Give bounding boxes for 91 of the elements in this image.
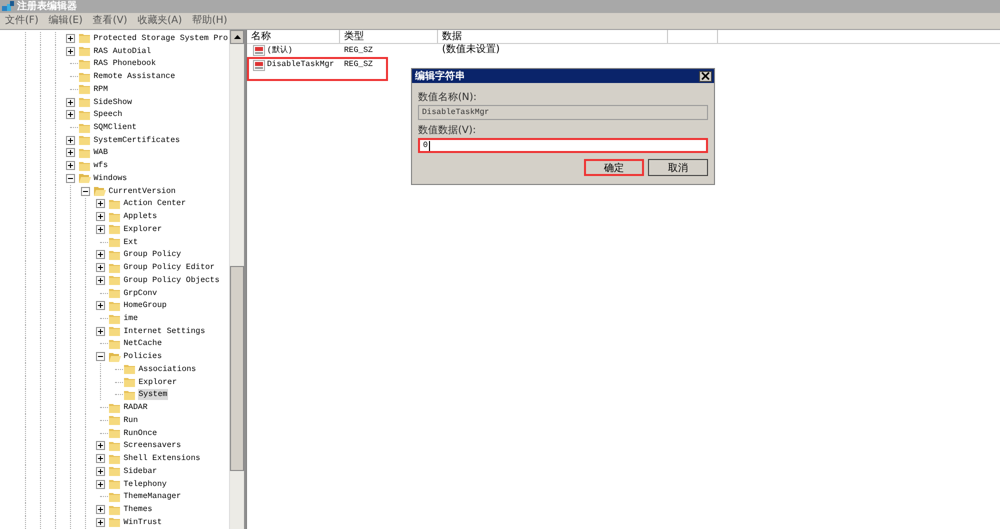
expand-icon[interactable]: [96, 276, 104, 285]
expand-icon[interactable]: [96, 480, 104, 489]
expand-icon[interactable]: [96, 441, 104, 450]
expand-icon[interactable]: [66, 46, 74, 56]
menu-item[interactable]: 编辑(E): [44, 14, 88, 28]
tree-item[interactable]: NetCache: [122, 338, 163, 350]
tree-item[interactable]: WinTrust: [122, 516, 163, 528]
dialog-button[interactable]: 确定: [584, 159, 644, 176]
expand-icon[interactable]: [66, 136, 74, 145]
tree-item[interactable]: System: [138, 389, 168, 400]
tree-item[interactable]: RAS AutoDial: [92, 46, 152, 57]
dialog-button[interactable]: 取消: [648, 159, 708, 176]
expand-icon[interactable]: [96, 212, 104, 222]
value-name[interactable]: (默认): [267, 44, 293, 56]
scroll-up-button[interactable]: [230, 30, 244, 44]
scrollbar[interactable]: [229, 30, 244, 529]
menu-item[interactable]: 收藏夹(A): [132, 14, 187, 28]
tree-item[interactable]: CurrentVersion: [108, 186, 177, 197]
tree-item[interactable]: Shell Extensions: [122, 453, 202, 464]
tree-item[interactable]: SystemCertificates: [92, 134, 181, 146]
tree-item[interactable]: Group Policy Editor: [122, 262, 216, 274]
close-button[interactable]: [699, 70, 712, 82]
expand-icon[interactable]: [96, 454, 104, 464]
string-value-icon: [253, 60, 265, 70]
tree-item[interactable]: Explorer: [138, 376, 178, 388]
expand-icon[interactable]: [96, 199, 104, 208]
collapse-icon[interactable]: [96, 352, 104, 362]
expand-icon[interactable]: [96, 518, 104, 527]
up-arrow-icon: [234, 35, 240, 39]
tree-item[interactable]: wfs: [92, 160, 109, 172]
value-row[interactable]: (默认) REG_SZ: [247, 44, 438, 57]
expand-icon[interactable]: [96, 301, 104, 310]
tree-item[interactable]: Remote Assistance: [92, 71, 176, 82]
tree-item[interactable]: ime: [122, 313, 139, 324]
expand-icon[interactable]: [96, 326, 104, 336]
tree-item[interactable]: Policies: [122, 351, 163, 362]
value-row[interactable]: DisableTaskMgr REG_SZ: [247, 57, 388, 81]
expand-icon[interactable]: [66, 98, 74, 107]
value-type: REG_SZ: [343, 44, 374, 56]
tree-item[interactable]: GrpConv: [122, 288, 158, 299]
expand-icon[interactable]: [66, 161, 74, 170]
tree-item[interactable]: Action Center: [122, 198, 187, 210]
value-name-field: DisableTaskMgr: [418, 105, 708, 120]
tree-item[interactable]: RAS Phonebook: [92, 58, 157, 70]
registry-cubes-icon: [2, 1, 14, 12]
tree-item[interactable]: Group Policy Objects: [122, 274, 221, 286]
collapse-icon[interactable]: [80, 186, 90, 196]
menu-item[interactable]: 文件(F): [0, 14, 44, 28]
field-label: 数值数据(V):: [418, 124, 476, 137]
tree-item[interactable]: Protected Storage System Pro: [92, 32, 229, 44]
tree-item[interactable]: Associations: [138, 364, 198, 375]
tree-item[interactable]: SQMClient: [92, 122, 138, 133]
tree-item[interactable]: WAB: [92, 147, 109, 158]
expand-icon[interactable]: [66, 148, 74, 158]
window-title: 注册表编辑器: [17, 0, 77, 13]
tree-item[interactable]: Internet Settings: [122, 326, 206, 337]
tree-item[interactable]: SideShow: [92, 96, 133, 108]
tree-item[interactable]: Windows: [92, 172, 128, 184]
tree-item[interactable]: Group Policy: [122, 249, 182, 260]
dialog-title: 编辑字符串: [415, 69, 465, 83]
scroll-thumb[interactable]: [230, 266, 244, 471]
field-label: 数值名称(N):: [418, 91, 477, 104]
value-data-field[interactable]: 0: [418, 138, 708, 153]
value-data: (数值未设置): [441, 44, 501, 56]
tree-item[interactable]: Run: [122, 414, 139, 426]
tree-item[interactable]: Telephony: [122, 478, 168, 490]
tree-item[interactable]: Screensavers: [122, 440, 182, 452]
string-value-icon: [253, 45, 265, 56]
tree-item[interactable]: Applets: [122, 211, 158, 222]
tree-item[interactable]: RunOnce: [122, 428, 158, 439]
menu-item[interactable]: 查看(V): [88, 14, 132, 28]
expand-icon[interactable]: [66, 34, 74, 43]
tree-item[interactable]: ThemeManager: [122, 491, 182, 502]
menu-item[interactable]: 帮助(H): [187, 14, 232, 28]
value-name[interactable]: DisableTaskMgr: [267, 59, 334, 71]
expand-icon[interactable]: [96, 505, 104, 514]
tree-item[interactable]: Speech: [92, 109, 124, 120]
expand-icon[interactable]: [66, 110, 74, 120]
tree-item[interactable]: RPM: [92, 84, 109, 95]
collapse-icon[interactable]: [66, 174, 74, 183]
tree-item[interactable]: HomeGroup: [122, 300, 168, 312]
tree-item[interactable]: Themes: [122, 504, 154, 516]
expand-icon[interactable]: [96, 250, 104, 260]
tree-item[interactable]: Sidebar: [122, 466, 158, 477]
expand-icon[interactable]: [96, 466, 104, 476]
tree-item[interactable]: Ext: [122, 236, 139, 248]
value-type: REG_SZ: [343, 59, 374, 71]
expand-icon[interactable]: [96, 263, 104, 272]
tree-item[interactable]: RADAR: [122, 402, 149, 414]
tree-item[interactable]: Explorer: [122, 224, 163, 235]
expand-icon[interactable]: [96, 224, 104, 234]
